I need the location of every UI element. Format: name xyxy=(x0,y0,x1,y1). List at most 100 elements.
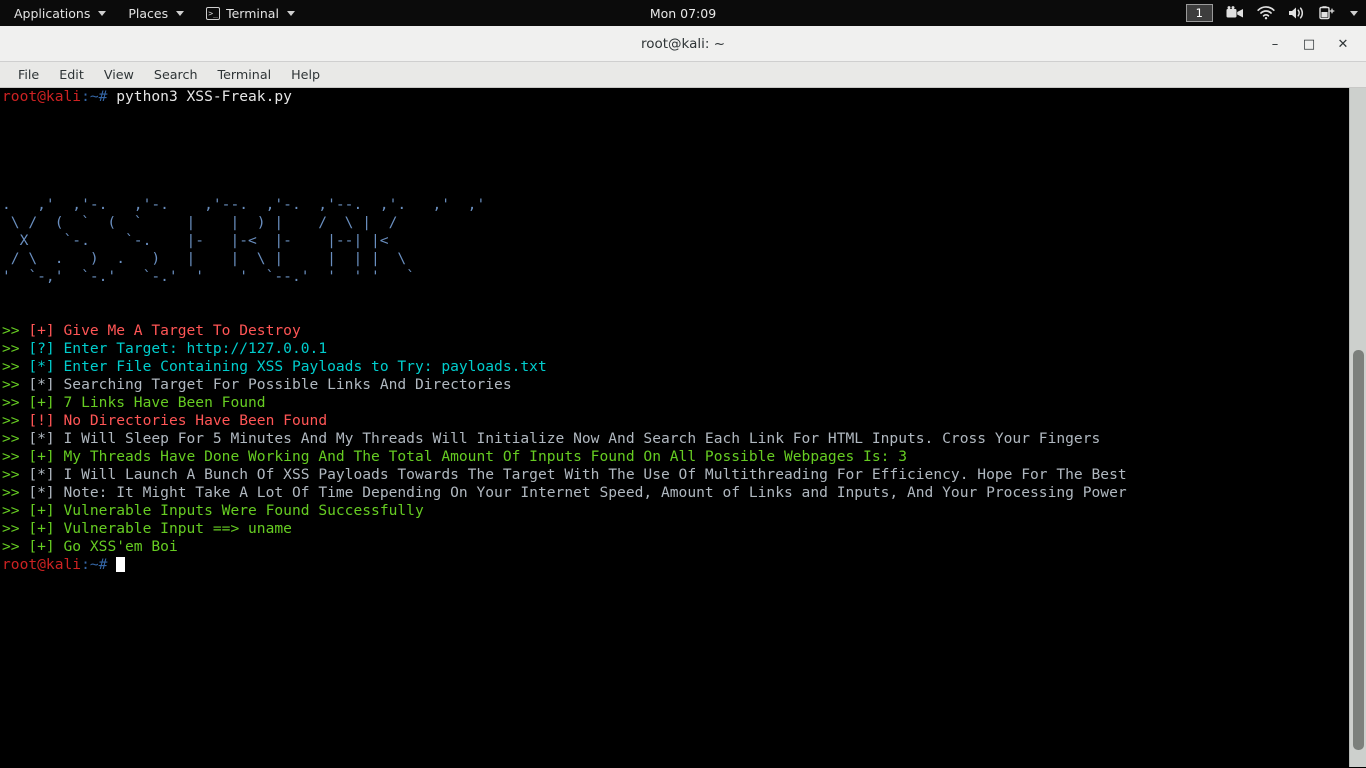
minimize-button[interactable]: – xyxy=(1258,29,1292,59)
terminal-scrollbar[interactable] xyxy=(1349,88,1366,767)
output-message: Enter File Containing XSS Payloads to Tr… xyxy=(63,358,547,375)
terminal-output-line: >> [+] My Threads Have Done Working And … xyxy=(2,448,1127,466)
output-message: Vulnerable Input ==> uname xyxy=(63,520,292,537)
output-tag: [+] xyxy=(28,448,64,465)
prompt-user: root@kali xyxy=(2,556,82,573)
terminal-cursor xyxy=(116,557,126,572)
output-message: No Directories Have Been Found xyxy=(63,412,328,429)
workspace-indicator[interactable]: 1 xyxy=(1185,4,1213,22)
prompt-user: root@kali xyxy=(2,88,82,105)
output-marker: >> xyxy=(2,502,29,519)
terminal-output-line: >> [*] Note: It Might Take A Lot Of Time… xyxy=(2,484,1127,502)
terminal-output-line: >> [*] Enter File Containing XSS Payload… xyxy=(2,358,1127,376)
output-tag: [*] xyxy=(28,484,64,501)
terminal-screen[interactable]: root@kali:~# python3 XSS-Freak.py. ,' ,'… xyxy=(0,88,1366,767)
desktop-top-panel: Applications Places >_ Terminal Mon 07:0… xyxy=(0,0,1366,26)
ascii-banner-line: . ,' ,'-. ,'-. ,'--. ,'-. ,'--. ,'. ,' ,… xyxy=(2,196,1127,214)
ascii-banner-text: . ,' ,'-. ,'-. ,'--. ,'-. ,'--. ,'. ,' ,… xyxy=(2,196,486,213)
output-tag: [+] xyxy=(28,394,64,411)
output-marker: >> xyxy=(2,376,29,393)
ascii-banner-line: \ / ( ` ( ` | | ) | / \ | / xyxy=(2,214,1127,232)
ascii-banner-line: / \ . ) . ) | | \ | | | | \ xyxy=(2,250,1127,268)
output-marker: >> xyxy=(2,484,29,501)
terminal-output-line: >> [*] I Will Sleep For 5 Minutes And My… xyxy=(2,430,1127,448)
panel-menu-applications[interactable]: Applications xyxy=(0,0,117,26)
menu-edit[interactable]: Edit xyxy=(49,64,94,85)
output-tag: [!] xyxy=(28,412,64,429)
volume-icon[interactable] xyxy=(1288,6,1306,20)
terminal-icon: >_ xyxy=(206,6,221,20)
window-title: root@kali: ~ xyxy=(640,35,726,52)
terminal-output-line: >> [+] Vulnerable Inputs Were Found Succ… xyxy=(2,502,1127,520)
terminal-output-line: >> [+] Give Me A Target To Destroy xyxy=(2,322,1127,340)
output-message: I Will Launch A Bunch Of XSS Payloads To… xyxy=(63,466,1127,483)
output-tag: [*] xyxy=(28,430,64,447)
screencast-icon[interactable] xyxy=(1226,6,1244,20)
panel-menu-places[interactable]: Places xyxy=(117,0,195,26)
output-message: Searching Target For Possible Links And … xyxy=(63,376,512,393)
terminal-output-line: >> [*] I Will Launch A Bunch Of XSS Payl… xyxy=(2,466,1127,484)
menu-view[interactable]: View xyxy=(94,64,144,85)
menu-file[interactable]: File xyxy=(8,64,49,85)
output-message: Give Me A Target To Destroy xyxy=(63,322,301,339)
ascii-banner-text: ' `-,' `-.' `-.' ' ' `--.' ' ' ' ` xyxy=(2,268,415,285)
output-message: I Will Sleep For 5 Minutes And My Thread… xyxy=(63,430,1101,447)
output-marker: >> xyxy=(2,466,29,483)
menu-terminal[interactable]: Terminal xyxy=(208,64,282,85)
terminal-window: root@kali: ~ – □ ✕ File Edit View Search… xyxy=(0,26,1366,768)
terminal-prompt-line: root@kali:~# xyxy=(2,556,1127,574)
terminal-output-line: >> [+] 7 Links Have Been Found xyxy=(2,394,1127,412)
close-button[interactable]: ✕ xyxy=(1326,29,1360,59)
menu-help[interactable]: Help xyxy=(281,64,330,85)
prompt-path: :~# xyxy=(81,88,108,105)
output-message: 7 Links Have Been Found xyxy=(63,394,266,411)
panel-menu-terminal[interactable]: >_ Terminal xyxy=(195,0,306,26)
output-marker: >> xyxy=(2,520,29,537)
output-tag: [+] xyxy=(28,502,64,519)
chevron-down-icon xyxy=(176,10,185,16)
output-tag: [?] xyxy=(28,340,64,357)
ascii-banner-text: X `-. `-. |- |-< |- |--| |< xyxy=(2,232,389,249)
prompt-path: :~# xyxy=(81,556,108,573)
terminal-command-line: root@kali:~# python3 XSS-Freak.py xyxy=(2,88,1127,106)
output-tag: [+] xyxy=(28,322,64,339)
output-marker: >> xyxy=(2,394,29,411)
maximize-button[interactable]: □ xyxy=(1292,29,1326,59)
output-tag: [+] xyxy=(28,520,64,537)
window-titlebar[interactable]: root@kali: ~ – □ ✕ xyxy=(0,26,1366,62)
output-marker: >> xyxy=(2,538,29,555)
ascii-banner-line: X `-. `-. |- |-< |- |--| |< xyxy=(2,232,1127,250)
battery-icon[interactable] xyxy=(1319,6,1335,20)
scrollbar-thumb[interactable] xyxy=(1353,350,1364,750)
output-marker: >> xyxy=(2,322,29,339)
terminal-output-line: >> [?] Enter Target: http://127.0.0.1 xyxy=(2,340,1127,358)
panel-menu-places-label: Places xyxy=(128,5,169,21)
chevron-down-icon[interactable] xyxy=(1350,10,1358,16)
output-message: Enter Target: http://127.0.0.1 xyxy=(63,340,328,357)
panel-menu-applications-label: Applications xyxy=(14,5,91,21)
output-tag: [*] xyxy=(28,358,64,375)
output-marker: >> xyxy=(2,358,29,375)
terminal-output-line: >> [+] Go XSS'em Boi xyxy=(2,538,1127,556)
terminal-output: root@kali:~# python3 XSS-Freak.py. ,' ,'… xyxy=(2,88,1127,574)
terminal-output-line: >> [!] No Directories Have Been Found xyxy=(2,412,1127,430)
output-marker: >> xyxy=(2,412,29,429)
ascii-banner-text: \ / ( ` ( ` | | ) | / \ | / xyxy=(2,214,398,231)
terminal-menubar: File Edit View Search Terminal Help xyxy=(0,62,1366,88)
output-message: Go XSS'em Boi xyxy=(63,538,178,555)
wifi-icon[interactable] xyxy=(1257,6,1275,20)
chevron-down-icon xyxy=(286,10,295,16)
output-message: Vulnerable Inputs Were Found Successfull… xyxy=(63,502,424,519)
menu-search[interactable]: Search xyxy=(144,64,208,85)
output-marker: >> xyxy=(2,340,29,357)
command-text: python3 XSS-Freak.py xyxy=(107,88,292,105)
terminal-output-line: >> [*] Searching Target For Possible Lin… xyxy=(2,376,1127,394)
